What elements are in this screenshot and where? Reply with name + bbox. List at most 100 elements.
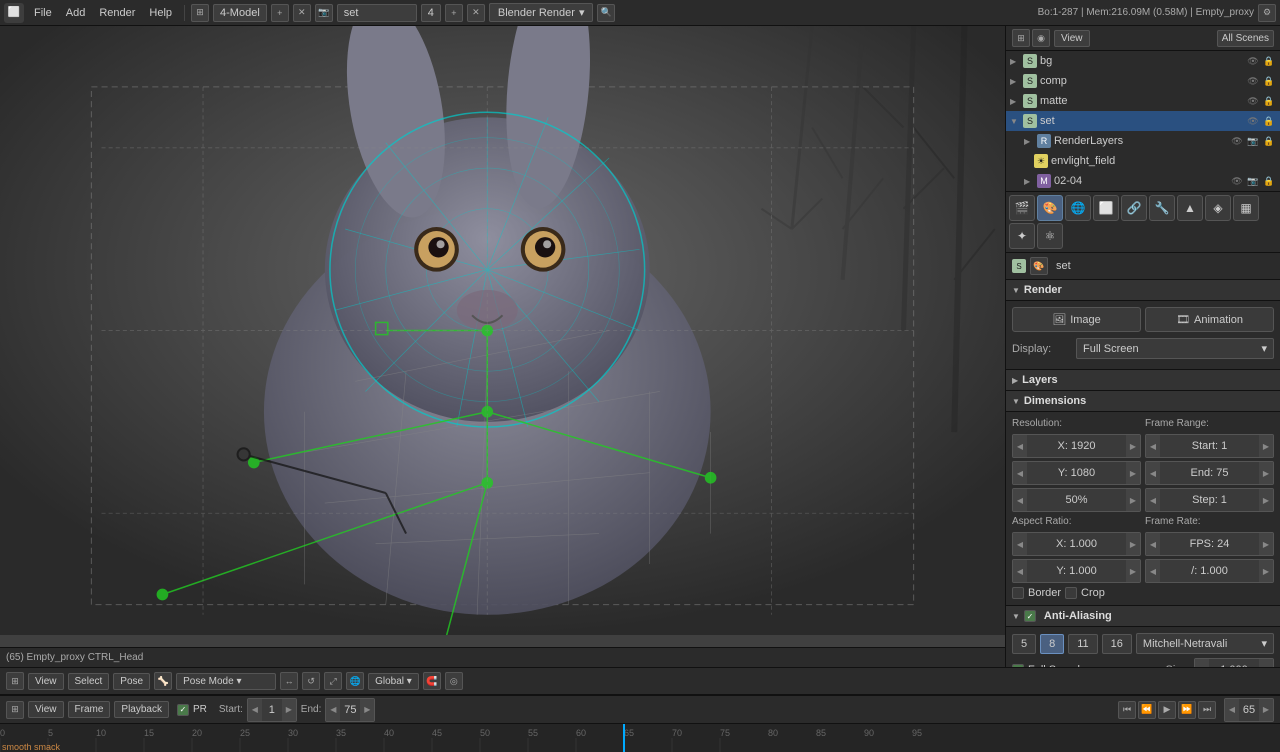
crop-checkbox[interactable] [1065,587,1077,599]
frame-end-inc[interactable]: ▶ [1259,462,1273,484]
aa-val-5[interactable]: 5 [1012,634,1036,654]
scene-name-field[interactable]: set [337,4,417,22]
frame-start-field[interactable]: ◀ Start: 1 ▶ [1145,434,1274,458]
frame-start-inc[interactable]: ▶ [1259,435,1273,457]
prop-material-icon[interactable]: ◈ [1205,195,1231,221]
mode-view-icon[interactable]: ⊞ [6,672,24,690]
prop-texture-icon[interactable]: ▦ [1233,195,1259,221]
vis-lock-rl[interactable]: 🔒 [1262,134,1276,148]
aa-enabled-checkbox[interactable]: ✓ [1024,610,1036,622]
size-field[interactable]: ◀ 1.000 ▶ [1194,658,1274,667]
current-frame-field[interactable]: ◀ 65 ▶ [1224,698,1274,722]
timeline-end-field[interactable]: ◀ 75 ▶ [325,698,375,722]
outliner-view-btn[interactable]: View [1054,30,1090,47]
tree-item-bg[interactable]: ▶ S bg 👁 🔒 [1006,51,1280,71]
global-orient-icon[interactable]: 🌐 [346,672,364,690]
frame-step-field[interactable]: ◀ Step: 1 ▶ [1145,488,1274,512]
aspect-x-field[interactable]: ◀ X: 1.000 ▶ [1012,532,1141,556]
aa-val-11[interactable]: 11 [1068,634,1097,654]
frame-end-dec[interactable]: ◀ [1146,462,1160,484]
add-scene-btn[interactable]: + [445,4,463,22]
vis-lock-0204[interactable]: 🔒 [1262,174,1276,188]
timeline-playback-btn[interactable]: Playback [114,701,169,718]
editor-icon[interactable]: ⊞ [191,4,209,22]
prop-physics-icon[interactable]: ⚛ [1037,223,1063,249]
fps-inc[interactable]: ▶ [1259,533,1273,555]
play-btn[interactable]: ▶ [1158,701,1176,719]
search-btn[interactable]: 🔍 [597,4,615,22]
timeline-editor-icon[interactable]: ⊞ [6,701,24,719]
mode-pose-btn[interactable]: Pose [113,673,150,690]
aa-method-dropdown[interactable]: Mitchell-Netravali ▾ [1136,633,1274,654]
frame-step-dec[interactable]: ◀ [1146,489,1160,511]
transform-rot-btn[interactable]: ↺ [302,672,320,690]
global-orient-btn[interactable]: Global ▾ [368,673,419,690]
transform-grab-btn[interactable]: ↔ [280,672,298,690]
viewport[interactable]: Camera Persp [0,26,1005,667]
animation-render-btn[interactable]: 🎞 Animation [1145,307,1274,332]
aspect-x-dec[interactable]: ◀ [1013,533,1027,555]
fps-ratio-field[interactable]: ◀ /: 1.000 ▶ [1145,559,1274,583]
vis-eye-matte[interactable]: 👁 [1246,94,1260,108]
menu-render[interactable]: Render [93,5,141,21]
aspect-y-dec[interactable]: ◀ [1013,560,1027,582]
full-sample-checkbox[interactable]: ✓ [1012,664,1024,667]
prop-world-icon[interactable]: 🌐 [1065,195,1091,221]
mode-view-btn[interactable]: View [28,673,64,690]
vis-cam-0204[interactable]: 📷 [1246,174,1260,188]
res-y-inc[interactable]: ▶ [1126,462,1140,484]
menu-help[interactable]: Help [143,5,178,21]
image-render-btn[interactable]: 🖼 Image [1012,307,1141,332]
dimensions-section-header[interactable]: ▼ Dimensions [1006,391,1280,412]
scene-selector[interactable]: All Scenes [1217,30,1274,47]
tree-item-comp[interactable]: ▶ S comp 👁 🔒 [1006,71,1280,91]
transform-scale-btn[interactable]: ⤢ [324,672,342,690]
pose-mode-dropdown[interactable]: Pose Mode ▾ [176,673,276,690]
editor-selector[interactable]: 4-Model [213,4,267,22]
outliner-icon-1[interactable]: ⊞ [1012,29,1030,47]
outliner-icon-2[interactable]: ◉ [1032,29,1050,47]
tl-end-inc[interactable]: ▶ [360,699,374,721]
frame-start-dec[interactable]: ◀ [1146,435,1160,457]
aspect-y-inc[interactable]: ▶ [1126,560,1140,582]
timeline-track[interactable]: 0 5 10 15 20 25 30 35 40 45 50 55 60 65 … [0,724,1280,752]
res-pct-field[interactable]: ◀ 50% ▶ [1012,488,1141,512]
timeline-frame-btn[interactable]: Frame [68,701,111,718]
tree-item-matte[interactable]: ▶ S matte 👁 🔒 [1006,91,1280,111]
window-icon[interactable]: ⬜ [4,3,24,23]
vis-eye-0204[interactable]: 👁 [1230,174,1244,188]
vis-eye-comp[interactable]: 👁 [1246,74,1260,88]
next-frame-btn[interactable]: ⏩ [1178,701,1196,719]
tl-start-inc[interactable]: ▶ [282,699,296,721]
remove-area-btn[interactable]: ✕ [293,4,311,22]
mode-select-btn[interactable]: Select [68,673,110,690]
vis-lock-matte[interactable]: 🔒 [1262,94,1276,108]
display-dropdown[interactable]: Full Screen ▾ [1076,338,1274,359]
fps-dec[interactable]: ◀ [1146,533,1160,555]
tree-item-set[interactable]: ▼ S set 👁 🔒 [1006,111,1280,131]
aa-val-16[interactable]: 16 [1102,634,1132,654]
tree-item-envlight[interactable]: ☀ envlight_field [1006,151,1280,171]
vis-cam-rl[interactable]: 📷 [1246,134,1260,148]
res-y-field[interactable]: ◀ Y: 1080 ▶ [1012,461,1141,485]
res-pct-inc[interactable]: ▶ [1126,489,1140,511]
pose-mode-icon[interactable]: 🦴 [154,672,172,690]
scene-prop-icon[interactable]: 🎨 [1030,257,1048,275]
tl-end-dec[interactable]: ◀ [326,699,340,721]
vis-lock-comp[interactable]: 🔒 [1262,74,1276,88]
fps-ratio-dec[interactable]: ◀ [1146,560,1160,582]
prev-frame-btn[interactable]: ⏪ [1138,701,1156,719]
tree-item-renderlayers[interactable]: ▶ R RenderLayers 👁 📷 🔒 [1006,131,1280,151]
border-checkbox[interactable] [1012,587,1024,599]
res-x-dec[interactable]: ◀ [1013,435,1027,457]
cur-frame-inc[interactable]: ▶ [1259,699,1273,721]
res-y-dec[interactable]: ◀ [1013,462,1027,484]
jump-start-btn[interactable]: ⏮ [1118,701,1136,719]
prop-constraint-icon[interactable]: 🔗 [1121,195,1147,221]
res-pct-dec[interactable]: ◀ [1013,489,1027,511]
pr-checkbox[interactable]: ✓ [177,704,189,716]
cam-icon[interactable]: 📷 [315,4,333,22]
res-x-inc[interactable]: ▶ [1126,435,1140,457]
remove-scene-btn[interactable]: ✕ [467,4,485,22]
add-area-btn[interactable]: + [271,4,289,22]
